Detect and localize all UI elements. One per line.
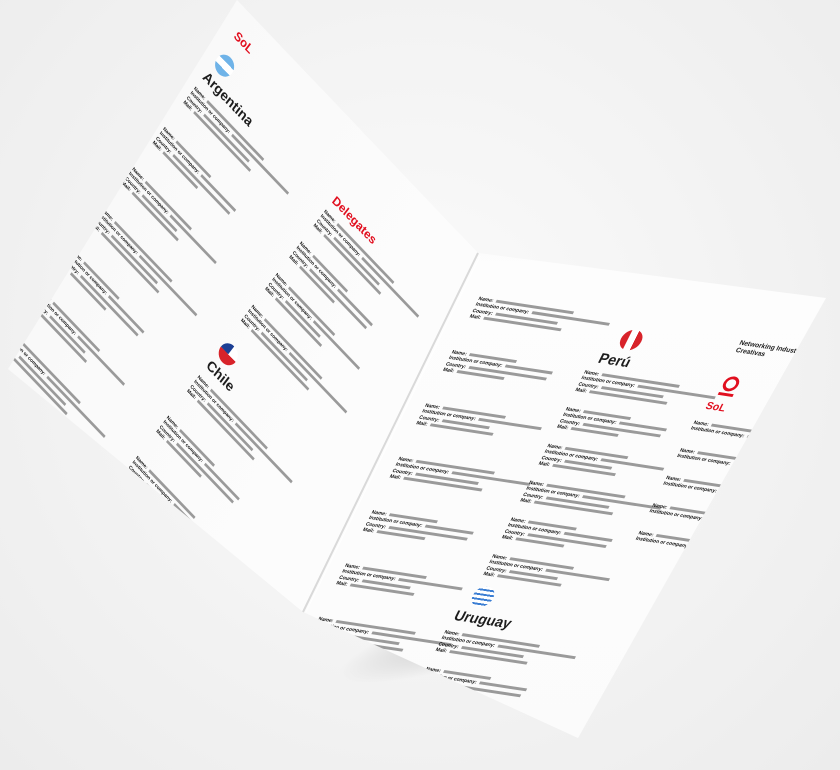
entry-field-mail: Mail: bbox=[28, 301, 40, 314]
country-title-uruguay: Uruguay bbox=[450, 607, 515, 632]
entry-field-country: Country: bbox=[31, 296, 50, 317]
entry-value-placeholder bbox=[175, 442, 234, 504]
entry-value-placeholder bbox=[79, 274, 139, 337]
entry-field-country: Country: bbox=[0, 337, 19, 357]
chile-continued-entries: Name: Institution or company: Country: Mail… bbox=[308, 288, 826, 652]
networking-title: Networking Industrias Creativas bbox=[734, 339, 809, 359]
sol-logo-icon bbox=[719, 375, 743, 393]
contact-entry: Name: Institution or company: Country: Mail… bbox=[124, 455, 252, 592]
entry-field-mail: Mail: bbox=[361, 527, 376, 535]
entry-field-mail: Mail: bbox=[308, 633, 322, 641]
entry-field-name: Name: bbox=[7, 327, 22, 344]
entry-field-mail: Mail: bbox=[415, 683, 430, 691]
contact-entry: Name: Institution or company: Country: Mail… bbox=[120, 167, 248, 304]
contact-entry: Name: Institution or company: Country: Mail… bbox=[482, 554, 650, 601]
entry-value-placeholder bbox=[732, 462, 781, 473]
entry-field-country: Country: bbox=[311, 627, 334, 637]
entry-field-mail: Mail: bbox=[0, 341, 9, 355]
contact-entry: Name: Institution or company: Country: Mail… bbox=[468, 296, 636, 343]
entry-field-inst: Institution or company: bbox=[131, 459, 173, 505]
country-title-peru: Perú bbox=[595, 350, 634, 371]
entry-field-mail: Mail: bbox=[334, 580, 349, 588]
entry-value-placeholder bbox=[746, 435, 825, 450]
entry-field-mail: Mail: bbox=[58, 260, 71, 274]
contact-entry: Name: Institution or company: Country: Mail… bbox=[155, 415, 283, 552]
entry-value-placeholder bbox=[704, 518, 785, 533]
entry-value-placeholder bbox=[148, 469, 196, 520]
contact-entry: Name: Institution or company: Country: Mail… bbox=[186, 375, 314, 512]
entry-value-placeholder bbox=[172, 153, 231, 215]
entry-field-mail: Mail: bbox=[537, 460, 552, 468]
entry-field-mail: Mail: bbox=[574, 387, 588, 395]
contact-entry: Name: Institution or company: Country: Mail… bbox=[59, 247, 187, 384]
entry-field-mail: Mail: bbox=[482, 571, 496, 579]
entry-field-name: Name: bbox=[317, 616, 335, 625]
entry-field-mail: Mail: bbox=[518, 497, 533, 505]
entry-field-mail: Mail: bbox=[468, 313, 483, 321]
contact-entry: Name: Institution or company: Country: Mail… bbox=[434, 630, 602, 677]
entry-field-mail: Mail: bbox=[415, 420, 429, 428]
entry-field-mail: Mail: bbox=[388, 473, 402, 481]
contact-entry: Name: Institution or company: Country: Mail… bbox=[90, 207, 218, 344]
entry-field-name: Name: bbox=[38, 287, 53, 304]
entry-field-mail: Mail: bbox=[441, 366, 456, 375]
entry-value-placeholder bbox=[172, 503, 220, 553]
contact-entry: Name: Institution or company: Country: Mail… bbox=[151, 126, 279, 263]
entry-value-placeholder bbox=[718, 490, 783, 503]
contact-entry: Name: Institution or company: Country: Mail… bbox=[28, 288, 156, 425]
entry-value-placeholder bbox=[690, 545, 741, 556]
entry-field-mail: Mail: bbox=[500, 534, 515, 542]
entry-field-mail: Mail: bbox=[555, 423, 570, 432]
contact-entry: Name: Institution or company: Country: Mail… bbox=[416, 666, 584, 713]
entry-field-mail: Mail: bbox=[434, 646, 448, 655]
contact-entry: Name: Institution or company: Country: Mail… bbox=[0, 327, 125, 465]
brand-mark: SoL bbox=[231, 28, 257, 57]
